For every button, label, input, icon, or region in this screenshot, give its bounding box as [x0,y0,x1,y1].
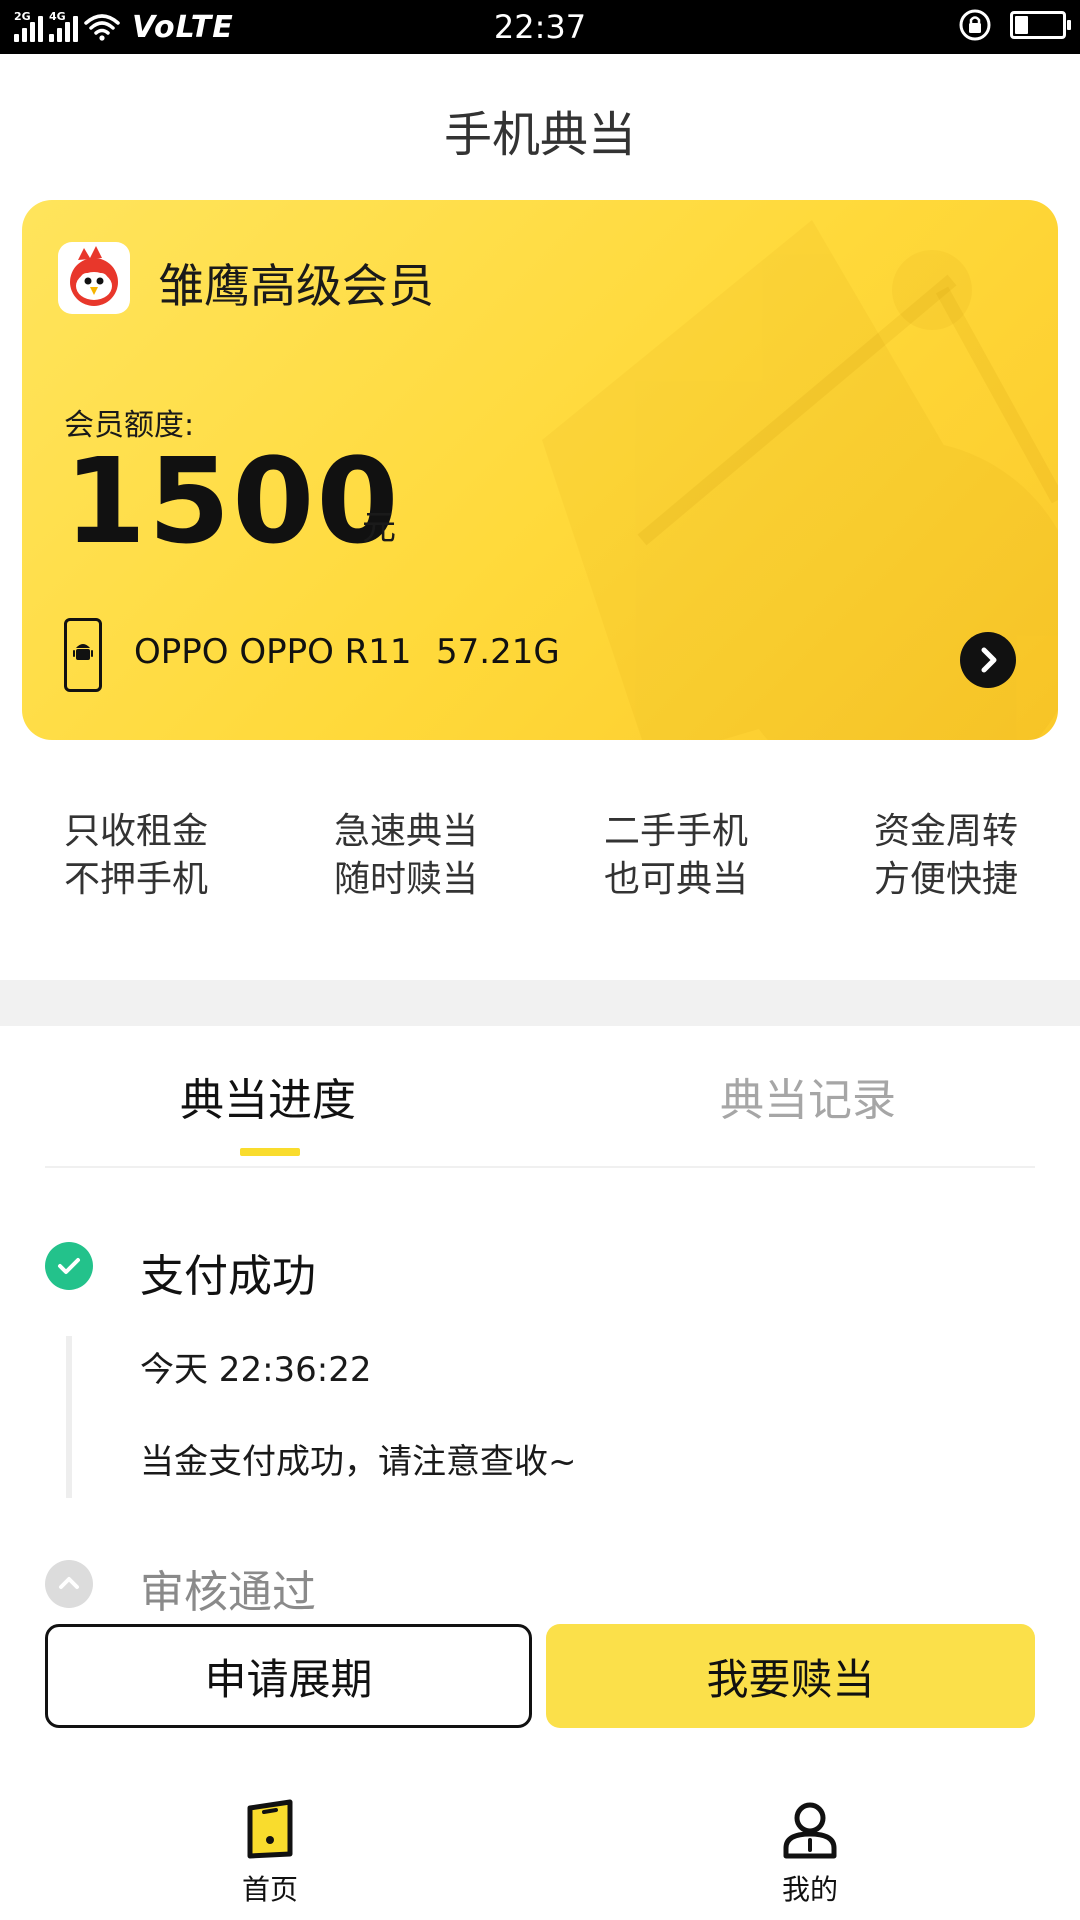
feature-line: 只收租金 [64,811,209,852]
chevron-right-icon [981,647,997,673]
step-title-payment: 支付成功 [140,1251,316,1302]
app-logo [58,242,130,314]
feature-item: 二手手机 也可典当 [604,808,748,904]
rotation-lock-icon [959,9,991,41]
tab-underline-divider [45,1166,1035,1168]
eagle-mascot-icon [70,246,118,306]
device-model: OPPO OPPO R11 [134,632,412,672]
chevron-up-icon [59,1577,79,1589]
redeem-button[interactable]: 我要赎当 [546,1624,1035,1728]
tab-pawn-progress[interactable]: 典当进度 [180,1064,356,1128]
battery-icon [1010,11,1071,39]
feature-line: 方便快捷 [874,859,1019,900]
status-bar: 2G 4G VoLTE 22:37 [0,0,1080,54]
step-done-icon [45,1242,93,1290]
feature-item: 资金周转 方便快捷 [874,808,1018,904]
check-icon [58,1258,80,1274]
step-message: 当金支付成功，请注意查收~ [140,1442,577,1482]
feature-line: 也可典当 [604,859,749,900]
card-detail-button[interactable] [960,632,1016,688]
battery-level [1015,16,1028,34]
expand-step-button[interactable] [45,1560,93,1608]
nav-home[interactable]: 首页 [210,1798,330,1908]
tab-bar: 典当进度 典当记录 [0,1026,1080,1166]
feature-line: 二手手机 [604,811,749,852]
step-title-review: 审核通过 [140,1567,316,1618]
feature-line: 不押手机 [64,859,209,900]
user-icon [783,1802,837,1859]
membership-name: 雏鹰高级会员 [158,259,434,313]
quota-amount: 1500 [64,432,401,570]
tab-pawn-records[interactable]: 典当记录 [720,1064,896,1128]
feature-item: 只收租金 不押手机 [64,808,208,904]
page-title: 手机典当 [443,107,636,163]
status-bar-right [958,8,1071,42]
bottom-nav: 首页 我的 [0,1770,1080,1920]
feature-line: 资金周转 [874,811,1019,852]
feature-list: 只收租金 不押手机 急速典当 随时赎当 二手手机 也可典当 资金周转 方便快捷 [0,808,1080,908]
feature-line: 急速典当 [334,811,479,852]
quota-unit: 元 [362,508,396,548]
apply-extension-button[interactable]: 申请展期 [45,1624,532,1728]
status-time: 22:37 [493,8,587,46]
membership-card[interactable]: 雏鹰高级会员 会员额度: 1500 元 OPPO OPPO R11 57.21G [22,200,1058,740]
nav-profile[interactable]: 我的 [750,1798,870,1908]
android-icon [73,644,93,660]
section-divider [0,980,1080,1026]
home-phone-icon [247,1799,293,1859]
step-timestamp: 今天 22:36:22 [140,1350,372,1390]
feature-line: 随时赎当 [334,859,479,900]
timeline-connector [66,1336,72,1498]
phone-icon [64,618,102,692]
nav-home-label: 首页 [241,1873,298,1906]
nav-profile-label: 我的 [781,1873,838,1906]
device-storage: 57.21G [436,632,560,672]
active-tab-indicator [240,1148,300,1156]
feature-item: 急速典当 随时赎当 [334,808,478,904]
